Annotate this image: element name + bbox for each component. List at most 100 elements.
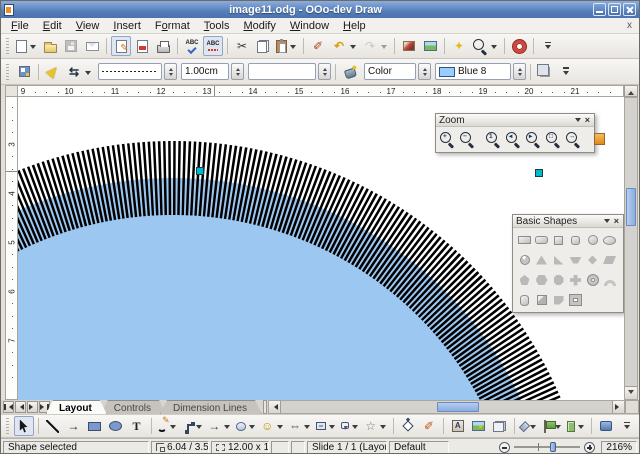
insert-picture-button[interactable] (469, 416, 489, 436)
cut-button[interactable]: ✂ (232, 36, 252, 56)
folded-corner-shape-button[interactable] (550, 290, 567, 310)
zoom-page-button[interactable]: □ (543, 129, 563, 149)
redo-button[interactable]: ↷ (360, 36, 390, 56)
zoom-percentage[interactable]: 216% (601, 441, 637, 454)
spellcheck-button[interactable]: ABC (182, 36, 202, 56)
menu-format[interactable]: Format (148, 19, 197, 33)
status-page-style[interactable]: Default (389, 441, 449, 454)
panel-menu-icon[interactable] (604, 219, 610, 226)
diamond-shape-button[interactable] (584, 250, 601, 270)
print-button[interactable] (153, 36, 173, 56)
fill-color-spinner[interactable] (513, 63, 526, 80)
tab-dimension-lines[interactable]: Dimension Lines (160, 400, 262, 414)
dropdown-arrow-icon[interactable] (380, 425, 386, 432)
save-button[interactable] (61, 36, 81, 56)
styles-window-button[interactable] (14, 62, 34, 82)
vertical-scrollbar[interactable] (624, 97, 638, 400)
symbol-shapes-button[interactable]: ☺ (259, 416, 286, 436)
dropdown-arrow-icon[interactable] (224, 425, 230, 432)
rounded-square-shape-button[interactable] (567, 230, 584, 250)
callouts-button[interactable] (339, 416, 361, 436)
horizontal-scrollbar-thumb[interactable] (437, 402, 479, 412)
ellipse-button[interactable] (106, 416, 126, 436)
text-button[interactable]: T (127, 416, 147, 436)
dropdown-arrow-icon[interactable] (352, 425, 358, 432)
zoom-in-button[interactable]: + (437, 129, 457, 149)
toolbar-options-button[interactable] (556, 62, 576, 82)
fill-type-spinner[interactable] (418, 63, 431, 80)
zoom-panel-titlebar[interactable]: Zoom × (436, 114, 594, 127)
copy-button[interactable] (253, 36, 273, 56)
selection-handle[interactable] (535, 169, 543, 177)
vertical-ruler[interactable]: 34567 (5, 97, 18, 400)
square-shape-button[interactable] (550, 230, 567, 250)
tab-controls[interactable]: Controls (101, 400, 166, 414)
scroll-right-button[interactable] (612, 401, 624, 413)
line-width-spinner[interactable] (231, 63, 244, 80)
hyperlink-button[interactable] (420, 36, 440, 56)
panel-menu-icon[interactable] (575, 118, 581, 125)
selection-handle[interactable] (196, 167, 204, 175)
basic-shapes-panel-titlebar[interactable]: Basic Shapes × (513, 215, 623, 228)
menu-modify[interactable]: Modify (236, 19, 282, 33)
line-color-spinner[interactable] (318, 63, 331, 80)
dropdown-arrow-icon[interactable] (381, 45, 387, 52)
flowchart-button[interactable] (314, 416, 337, 436)
dropdown-arrow-icon[interactable] (491, 45, 497, 52)
ellipse-shape-button[interactable] (601, 230, 618, 250)
zoom-out-button[interactable]: − (457, 129, 477, 149)
menu-edit[interactable]: Edit (36, 19, 69, 33)
zoom-slider-track[interactable] (514, 446, 580, 448)
cube-shape-button[interactable] (533, 290, 550, 310)
stars-button[interactable]: ☆ (362, 416, 389, 436)
edit-file-button[interactable] (111, 36, 131, 56)
close-document-button[interactable]: x (620, 20, 639, 31)
toolbar-options-button[interactable] (538, 36, 558, 56)
dropdown-arrow-icon[interactable] (329, 425, 335, 432)
area-style-button[interactable] (340, 62, 360, 82)
dropdown-arrow-icon[interactable] (85, 71, 91, 78)
object-zoom-button[interactable] (589, 129, 609, 149)
selected-shape[interactable] (18, 178, 557, 400)
dropdown-arrow-icon[interactable] (249, 425, 255, 432)
connector-button[interactable] (180, 416, 205, 436)
glue-points-button[interactable]: ✐ (419, 416, 439, 436)
tab-layout[interactable]: Layout (46, 400, 107, 414)
basic-shapes-button[interactable] (234, 416, 258, 436)
previous-page-button[interactable] (15, 401, 26, 413)
first-page-button[interactable] (3, 401, 14, 413)
parallelogram-shape-button[interactable] (601, 250, 618, 270)
zoom-in-slider-button[interactable] (584, 442, 595, 453)
arrow-button[interactable]: → (64, 416, 84, 436)
rotate-button[interactable] (519, 416, 540, 436)
shadow-button[interactable] (535, 62, 555, 82)
tab-splitter[interactable] (263, 400, 267, 414)
dropdown-arrow-icon[interactable] (350, 45, 356, 52)
right-triangle-shape-button[interactable] (550, 250, 567, 270)
canvas[interactable]: Zoom × +−1◂▸□↔ Basic Shapes × (18, 97, 624, 400)
edit-points-button[interactable] (398, 416, 418, 436)
ruler-origin-button[interactable] (5, 85, 18, 97)
line-width-field[interactable]: 1.00cm (181, 63, 229, 80)
pentagon-shape-button[interactable] (516, 270, 533, 290)
zoom-page-width-button[interactable]: ↔ (563, 129, 583, 149)
line-style-combo[interactable] (98, 63, 162, 80)
block-arc-shape-button[interactable] (601, 270, 618, 290)
zoom-out-slider-button[interactable] (499, 442, 510, 453)
maximize-button[interactable] (608, 3, 621, 16)
cross-shape-button[interactable] (567, 270, 584, 290)
cylinder-shape-button[interactable] (516, 290, 533, 310)
dropdown-arrow-icon[interactable] (30, 45, 36, 52)
dropdown-arrow-icon[interactable] (196, 425, 202, 432)
line-color-combo[interactable] (248, 63, 316, 80)
block-arrows-button[interactable]: ⇔ (287, 416, 314, 436)
menu-insert[interactable]: Insert (106, 19, 148, 33)
pie-shape-button[interactable] (516, 250, 533, 270)
zoom-next-button[interactable]: ▸ (523, 129, 543, 149)
zoom-panel-close-button[interactable]: × (584, 115, 591, 125)
alignment-button[interactable] (540, 416, 563, 436)
horizontal-ruler[interactable]: 9101112131415161718192021 (18, 85, 624, 97)
fontwork-button[interactable]: A (448, 416, 468, 436)
basic-shapes-panel-close-button[interactable]: × (613, 216, 620, 226)
isosceles-triangle-shape-button[interactable] (533, 250, 550, 270)
